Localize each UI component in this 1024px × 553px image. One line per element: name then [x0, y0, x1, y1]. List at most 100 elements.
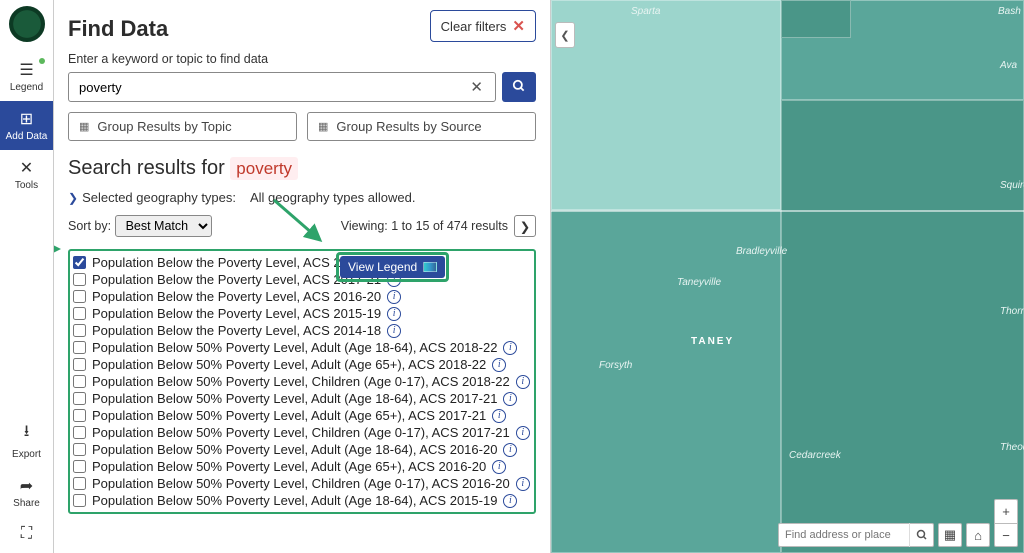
info-icon[interactable]: i [387, 290, 401, 304]
result-item: Population Below the Poverty Level, ACS … [73, 271, 531, 288]
info-icon[interactable]: i [516, 375, 530, 389]
group-topic-label: Group Results by Topic [97, 119, 231, 134]
info-icon[interactable]: i [503, 392, 517, 406]
results-header: Search results for poverty [68, 157, 536, 180]
fullscreen-icon: ⛶ [21, 525, 32, 543]
info-icon[interactable]: i [503, 494, 517, 508]
info-icon[interactable]: i [492, 409, 506, 423]
sidebar-item-export[interactable]: ⭳ Export [0, 412, 53, 468]
result-checkbox[interactable] [73, 324, 86, 337]
result-label[interactable]: Population Below 50% Poverty Level, Chil… [92, 476, 510, 491]
result-label[interactable]: Population Below 50% Poverty Level, Chil… [92, 425, 510, 440]
map-canvas[interactable]: Sparta Bash Ava Squires Bradleyville Tan… [551, 0, 1024, 553]
result-checkbox[interactable] [73, 443, 86, 456]
sidebar-item-label: Tools [15, 180, 38, 191]
result-item: Population Below 50% Poverty Level, Adul… [73, 407, 531, 424]
info-icon[interactable]: i [387, 307, 401, 321]
sidebar-item-label: Export [12, 449, 41, 460]
info-icon[interactable]: i [492, 460, 506, 474]
result-label[interactable]: Population Below the Poverty Level, ACS … [92, 306, 381, 321]
sidebar-item-tools[interactable]: ✕ Tools [0, 150, 53, 199]
clear-input-icon[interactable]: ✕ [466, 78, 487, 96]
home-extent-button[interactable]: ⌂ [966, 523, 990, 547]
chevron-left-icon: ❮ [560, 29, 569, 42]
viewing-text: Viewing: 1 to 15 of 474 results [341, 219, 508, 233]
search-button[interactable] [502, 72, 536, 102]
result-label[interactable]: Population Below 50% Poverty Level, Adul… [92, 442, 497, 457]
zoom-out-button[interactable]: − [994, 523, 1018, 547]
view-legend-button[interactable]: View Legend [340, 256, 445, 278]
sidebar-item-legend[interactable]: ☰ Legend [0, 52, 53, 101]
view-legend-label: View Legend [348, 260, 417, 274]
info-icon[interactable]: i [387, 324, 401, 338]
zoom-in-button[interactable]: + [994, 499, 1018, 523]
results-prefix: Search results for [68, 157, 225, 179]
result-checkbox[interactable] [73, 426, 86, 439]
panel-subtitle: Enter a keyword or topic to find data [68, 52, 536, 66]
result-label[interactable]: Population Below 50% Poverty Level, Adul… [92, 340, 497, 355]
result-label[interactable]: Population Below 50% Poverty Level, Adul… [92, 408, 486, 423]
search-input[interactable] [77, 79, 466, 96]
legend-swatch-icon [423, 262, 437, 272]
sidebar-item-share[interactable]: ➦ Share [0, 468, 53, 517]
map-border [551, 210, 1024, 212]
map-label: Cedarcreek [789, 450, 841, 461]
clear-filters-button[interactable]: Clear filters ✕ [430, 10, 536, 42]
group-by-topic-button[interactable]: ▦ Group Results by Topic [68, 112, 297, 141]
result-checkbox[interactable] [73, 341, 86, 354]
sort-label: Sort by: [68, 219, 111, 233]
map-label: Squires [1000, 180, 1024, 191]
result-checkbox[interactable] [73, 307, 86, 320]
clear-filters-label: Clear filters [441, 19, 507, 34]
info-icon[interactable]: i [503, 341, 517, 355]
search-icon [512, 79, 526, 96]
result-item: Population Below 50% Poverty Level, Chil… [73, 424, 531, 441]
result-checkbox[interactable] [73, 358, 86, 371]
result-checkbox[interactable] [73, 494, 86, 507]
result-label[interactable]: Population Below 50% Poverty Level, Adul… [92, 493, 497, 508]
group-by-source-button[interactable]: ▦ Group Results by Source [307, 112, 536, 141]
download-icon: ⭳ [24, 420, 30, 447]
result-label[interactable]: Population Below 50% Poverty Level, Adul… [92, 391, 497, 406]
result-checkbox[interactable] [73, 256, 86, 269]
sidebar-item-add-data[interactable]: ⊞ Add Data [0, 101, 53, 150]
map-region [781, 0, 851, 38]
info-icon[interactable]: i [516, 426, 530, 440]
info-icon[interactable]: i [492, 358, 506, 372]
result-label[interactable]: Population Below the Poverty Level, ACS … [92, 289, 381, 304]
result-checkbox[interactable] [73, 273, 86, 286]
result-checkbox[interactable] [73, 290, 86, 303]
result-checkbox[interactable] [73, 460, 86, 473]
result-label[interactable]: Population Below 50% Poverty Level, Chil… [92, 374, 510, 389]
tools-icon: ✕ [20, 158, 33, 178]
chevron-right-icon: ❯ [68, 191, 78, 205]
home-icon: ⌂ [974, 528, 982, 543]
result-item: Population Below the Poverty Level, ACS … [73, 322, 531, 339]
result-label[interactable]: Population Below 50% Poverty Level, Adul… [92, 459, 486, 474]
result-checkbox[interactable] [73, 409, 86, 422]
result-item: Population Below 50% Poverty Level, Adul… [73, 458, 531, 475]
next-page-button[interactable]: ❯ [514, 215, 536, 237]
result-checkbox[interactable] [73, 477, 86, 490]
map-label: Ava [1000, 60, 1017, 71]
group-source-label: Group Results by Source [336, 119, 481, 134]
chevron-right-icon: ❯ [520, 219, 530, 234]
view-legend-highlight: View Legend [336, 252, 449, 282]
collapse-panel-button[interactable]: ❮ [555, 22, 575, 48]
share-icon: ➦ [20, 476, 33, 496]
sidebar-item-fullscreen[interactable]: ⛶ [0, 517, 53, 553]
result-checkbox[interactable] [73, 375, 86, 388]
map-label: Taneyville [677, 277, 721, 288]
basemap-button[interactable]: ▦ [938, 523, 962, 547]
map-search-input[interactable] [779, 529, 909, 541]
result-list: View Legend Population Below the Poverty… [68, 249, 536, 514]
sort-select[interactable]: Best Match [115, 215, 212, 237]
info-icon[interactable]: i [516, 477, 530, 491]
info-icon[interactable]: i [503, 443, 517, 457]
result-label[interactable]: Population Below 50% Poverty Level, Adul… [92, 357, 486, 372]
result-label[interactable]: Population Below the Poverty Level, ACS … [92, 323, 381, 338]
minus-icon: − [1002, 528, 1010, 543]
result-checkbox[interactable] [73, 392, 86, 405]
plus-icon: + [1002, 504, 1010, 519]
map-search-button[interactable] [909, 523, 933, 547]
